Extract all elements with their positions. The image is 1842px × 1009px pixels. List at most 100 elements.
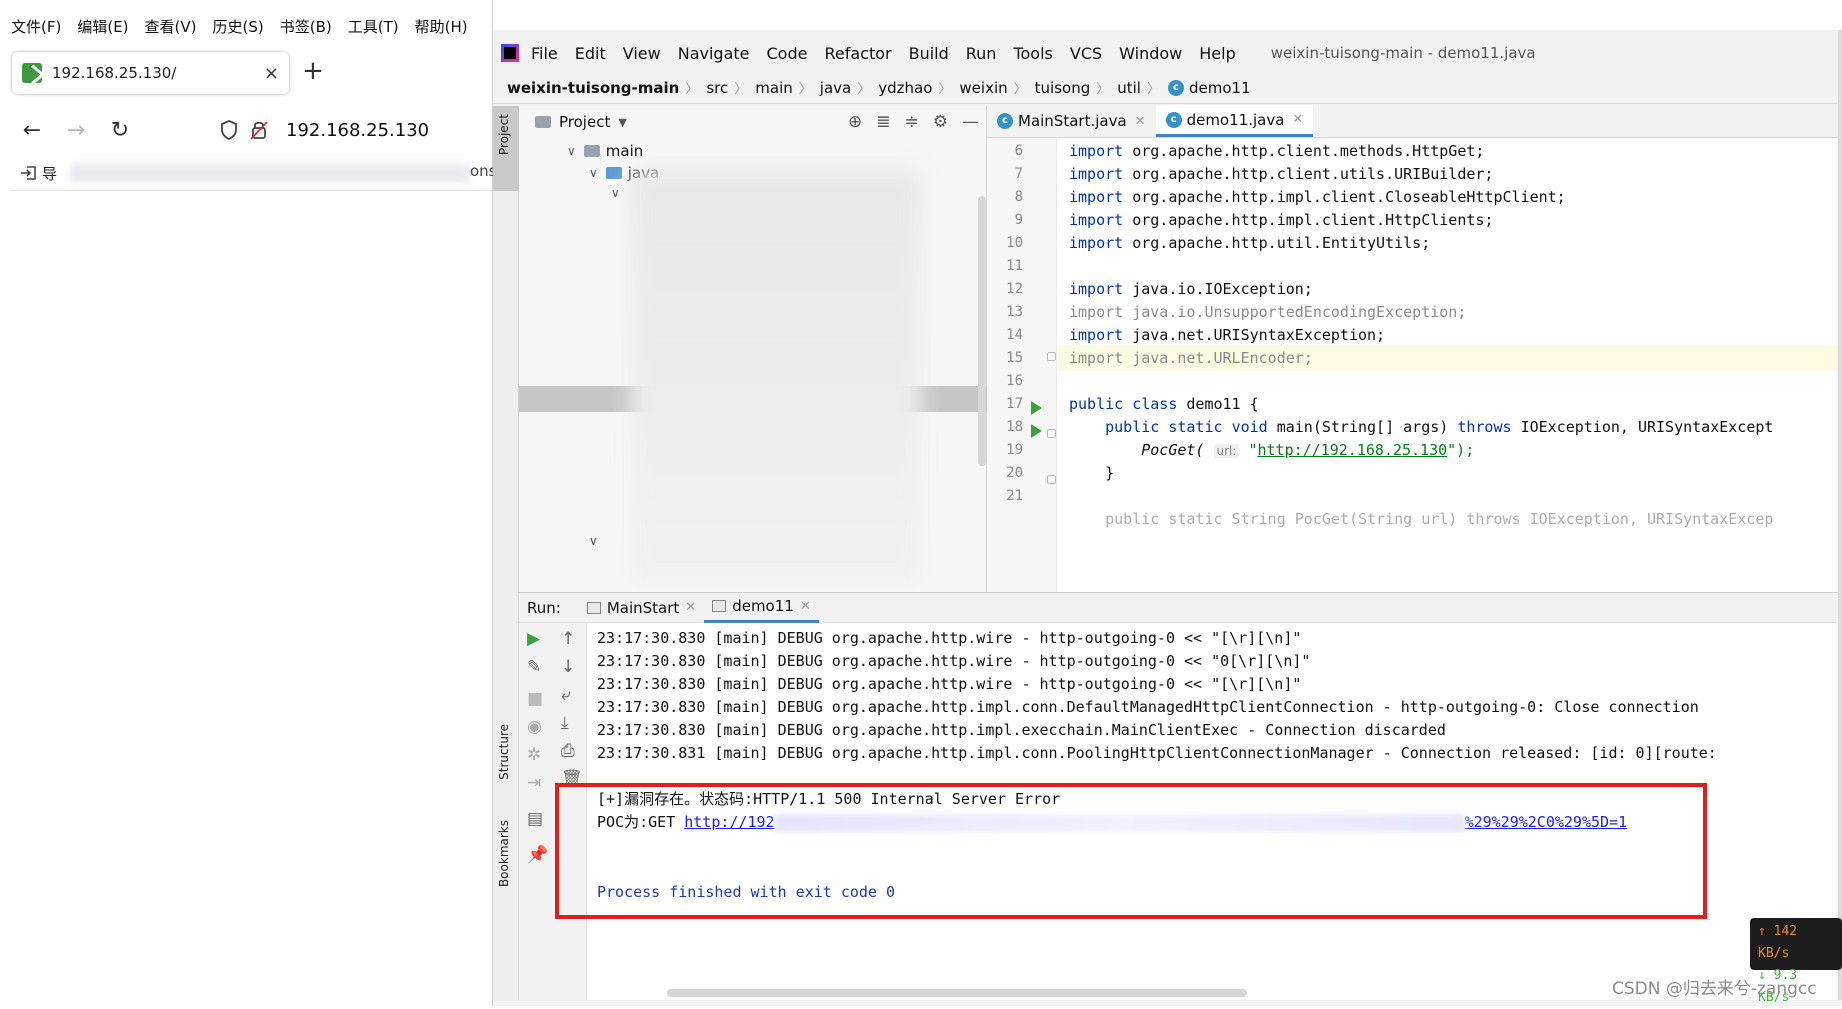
rerun-icon[interactable]: ▶ — [527, 629, 540, 649]
scroll-down-icon[interactable]: ↓ — [561, 657, 575, 677]
ide-menu-help[interactable]: Help — [1199, 44, 1235, 63]
structure-tool-button[interactable]: Structure — [497, 724, 511, 780]
ide-menu-navigate[interactable]: Navigate — [678, 44, 750, 63]
site-favicon-icon — [22, 63, 42, 83]
collapse-all-icon[interactable]: ≑ — [905, 112, 919, 132]
stop-icon[interactable]: ■ — [527, 689, 543, 709]
wrench-icon[interactable]: ✎ — [527, 657, 541, 677]
chevron-down-icon[interactable]: ▼ — [618, 116, 626, 129]
ide-menu-refactor[interactable]: Refactor — [824, 44, 891, 63]
hide-panel-icon[interactable]: — — [962, 112, 979, 132]
tree-node-collapsed[interactable]: ∨ — [611, 186, 628, 200]
console-line: 23:17:30.831 [main] DEBUG org.apache.htt… — [597, 744, 1717, 762]
line-number: 10 — [1006, 235, 1023, 251]
line-number: 20 — [1006, 465, 1023, 481]
address-bar[interactable]: 192.168.25.130 — [220, 106, 429, 154]
ide-menu-edit[interactable]: Edit — [575, 44, 606, 63]
breadcrumb-separator: 〉 — [685, 82, 699, 97]
close-icon[interactable]: ✕ — [685, 600, 696, 615]
forward-button[interactable]: → — [54, 118, 98, 143]
ide-menu-build[interactable]: Build — [909, 44, 949, 63]
breadcrumb-ydzhao[interactable]: ydzhao — [878, 79, 932, 97]
reload-button[interactable]: ↻ — [98, 118, 142, 143]
close-icon[interactable]: ✕ — [800, 599, 811, 614]
breadcrumb-java[interactable]: java — [820, 79, 851, 97]
insecure-lock-icon[interactable] — [250, 120, 268, 140]
breadcrumb-separator: 〉 — [1146, 82, 1160, 97]
breadcrumb-weixin[interactable]: weixin — [959, 79, 1007, 97]
ide-menu-tools[interactable]: Tools — [1013, 44, 1052, 63]
ide-menu-code[interactable]: Code — [767, 44, 808, 63]
browser-menu-edit[interactable]: 编辑(E) — [76, 16, 129, 37]
tab-close-icon[interactable]: × — [264, 63, 279, 84]
close-icon[interactable]: ✕ — [1292, 112, 1303, 127]
tree-node-collapsed[interactable]: ∨ — [589, 534, 606, 548]
project-scrollbar[interactable] — [978, 196, 986, 466]
ide-menu-vcs[interactable]: VCS — [1070, 44, 1102, 63]
new-tab-button[interactable]: + — [302, 58, 324, 84]
run-tab-demo11[interactable]: demo11 ✕ — [704, 593, 819, 623]
camera-icon[interactable]: ◉ — [527, 717, 542, 737]
editor-tab-demo11[interactable]: c demo11.java ✕ — [1155, 105, 1314, 137]
breadcrumb-demo11[interactable]: demo11 — [1189, 79, 1251, 97]
intellij-logo-icon — [501, 44, 519, 62]
browser-page-content — [10, 190, 492, 996]
import-bookmarks-icon[interactable] — [20, 165, 38, 181]
scroll-to-end-icon[interactable]: ⤓ — [561, 713, 569, 733]
back-button[interactable]: ← — [10, 118, 54, 143]
project-tool-button[interactable]: Project — [497, 114, 511, 155]
breadcrumb-tuisong[interactable]: tuisong — [1035, 79, 1091, 97]
chevron-down-icon[interactable]: ∨ — [567, 144, 576, 158]
browser-tab[interactable]: 192.168.25.130/ × — [12, 52, 289, 94]
browser-menu-file[interactable]: 文件(F) — [10, 16, 62, 37]
chevron-down-icon[interactable]: ∨ — [589, 534, 598, 548]
tree-node-main[interactable]: ∨ main — [567, 142, 643, 160]
browser-menu-tools[interactable]: 工具(T) — [347, 16, 400, 37]
soft-wrap-icon[interactable]: ⤶ — [561, 685, 571, 705]
line-number: 19 — [1006, 442, 1023, 458]
browser-menu-history[interactable]: 历史(S) — [212, 16, 265, 37]
gear-icon[interactable]: ⚙ — [933, 112, 948, 132]
bookmarks-tool-button[interactable]: Bookmarks — [497, 820, 511, 887]
browser-menu-view[interactable]: 查看(V) — [144, 16, 198, 37]
ide-menu-view[interactable]: View — [623, 44, 661, 63]
code-area[interactable]: import org.apache.http.client.methods.Ht… — [1057, 138, 1842, 592]
console-horizontal-scrollbar[interactable] — [667, 989, 1247, 997]
ide-menu-window[interactable]: Window — [1119, 44, 1182, 63]
run-main-icon[interactable] — [1031, 424, 1042, 438]
pin-icon[interactable]: 📌 — [527, 845, 548, 865]
locate-file-icon[interactable]: ⊕ — [848, 112, 862, 132]
print-icon[interactable]: ⎙ — [561, 741, 575, 761]
fold-marker-icon[interactable] — [1047, 429, 1056, 438]
url-text[interactable]: 192.168.25.130 — [286, 120, 429, 141]
chevron-down-icon[interactable]: ∨ — [611, 186, 620, 200]
project-view-icon — [535, 116, 551, 128]
ide-menu-file[interactable]: File — [531, 44, 558, 63]
breadcrumb-separator: 〉 — [1013, 82, 1027, 97]
run-tab-mainstart[interactable]: MainStart ✕ — [579, 593, 704, 623]
breadcrumb-project[interactable]: weixin-tuisong-main — [507, 79, 679, 97]
fold-marker-icon[interactable] — [1047, 352, 1056, 361]
breadcrumb-util[interactable]: util — [1117, 79, 1141, 97]
breadcrumb-src[interactable]: src — [706, 79, 728, 97]
debug-icon[interactable]: ✲ — [527, 745, 541, 765]
browser-menu-help[interactable]: 帮助(H) — [414, 16, 469, 37]
ide-menu-run[interactable]: Run — [966, 44, 997, 63]
string-url-link[interactable]: http://192.168.25.130 — [1257, 441, 1447, 459]
code-text: org.apache.http.client.methods.HttpGet; — [1132, 142, 1485, 160]
left-tool-window-strip: Project Structure Bookmarks — [493, 106, 519, 1000]
scroll-up-icon[interactable]: ↑ — [561, 629, 575, 649]
breadcrumb-main[interactable]: main — [755, 79, 792, 97]
close-icon[interactable]: ✕ — [1135, 114, 1146, 129]
chevron-down-icon[interactable]: ∨ — [589, 166, 598, 180]
shield-icon[interactable] — [220, 120, 238, 140]
layout-icon[interactable]: ▤ — [527, 809, 543, 829]
exit-icon[interactable]: ⇥ — [527, 773, 541, 793]
browser-menu-bookmarks[interactable]: 书签(B) — [279, 16, 333, 37]
bookmark-import-label[interactable]: 导 — [42, 163, 57, 184]
run-class-icon[interactable] — [1031, 401, 1042, 415]
editor-tab-mainstart[interactable]: c MainStart.java ✕ — [987, 105, 1156, 137]
expand-all-icon[interactable]: ≣ — [876, 112, 890, 132]
project-panel-title[interactable]: Project — [559, 113, 610, 131]
fold-marker-icon[interactable] — [1047, 475, 1056, 484]
